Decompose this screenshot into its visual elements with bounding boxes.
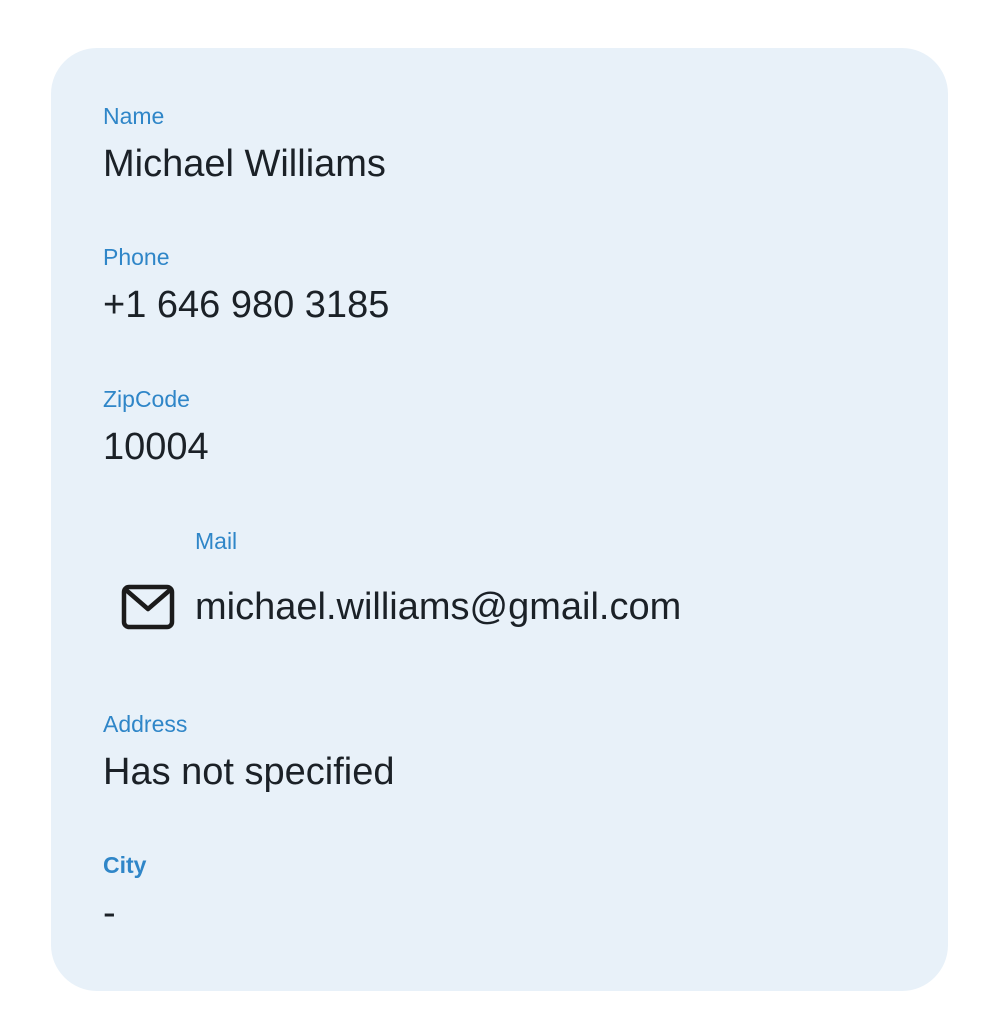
- mail-icon: [121, 584, 175, 630]
- address-field: Address Has not specified: [103, 711, 395, 793]
- city-label: City: [103, 852, 147, 878]
- mail-field[interactable]: michael.williams@gmail.com: [121, 583, 681, 631]
- name-field: Name Michael Williams: [103, 103, 386, 185]
- phone-field: Phone +1 646 980 3185: [103, 244, 389, 325]
- address-label: Address: [103, 711, 188, 737]
- contact-card: Name Michael Williams Phone +1 646 980 3…: [51, 48, 948, 991]
- city-value: -: [103, 892, 116, 934]
- address-value: Has not specified: [103, 751, 395, 793]
- phone-label: Phone: [103, 244, 170, 270]
- name-label: Name: [103, 103, 165, 129]
- phone-value[interactable]: +1 646 980 3185: [103, 286, 389, 324]
- zipcode-value: 10004: [103, 426, 209, 468]
- zipcode-label: ZipCode: [103, 386, 190, 412]
- city-field: City -: [103, 852, 147, 934]
- mail-label: Mail: [195, 528, 238, 554]
- mail-value[interactable]: michael.williams@gmail.com: [195, 588, 681, 626]
- name-value: Michael Williams: [103, 143, 386, 185]
- zipcode-field: ZipCode 10004: [103, 386, 209, 468]
